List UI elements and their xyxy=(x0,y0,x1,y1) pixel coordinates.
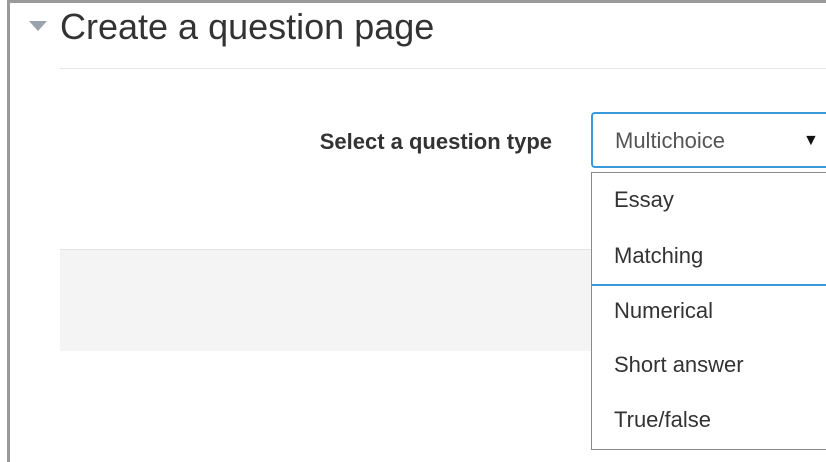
frame-border-left xyxy=(7,0,10,462)
section-title[interactable]: Create a question page xyxy=(60,4,434,50)
title-divider xyxy=(60,68,826,69)
question-type-selected-value: Multichoice xyxy=(615,128,726,153)
dropdown-option-essay[interactable]: Essay xyxy=(592,173,826,227)
frame-border-top xyxy=(7,0,826,3)
dropdown-option-true-false[interactable]: True/false xyxy=(592,393,826,447)
dropdown-arrow-icon: ▼ xyxy=(803,132,819,149)
question-type-select[interactable]: Multichoice ▼ xyxy=(591,112,826,168)
question-type-dropdown-list: Essay Matching Numerical Short answer Tr… xyxy=(591,172,826,450)
triangle-down-icon[interactable] xyxy=(29,21,47,31)
dropdown-option-matching[interactable]: Matching xyxy=(592,229,826,283)
question-type-label: Select a question type xyxy=(319,129,552,154)
option-focus-divider xyxy=(592,284,826,286)
dropdown-option-numerical[interactable]: Numerical xyxy=(592,284,826,338)
dropdown-option-short-answer[interactable]: Short answer xyxy=(592,338,826,392)
